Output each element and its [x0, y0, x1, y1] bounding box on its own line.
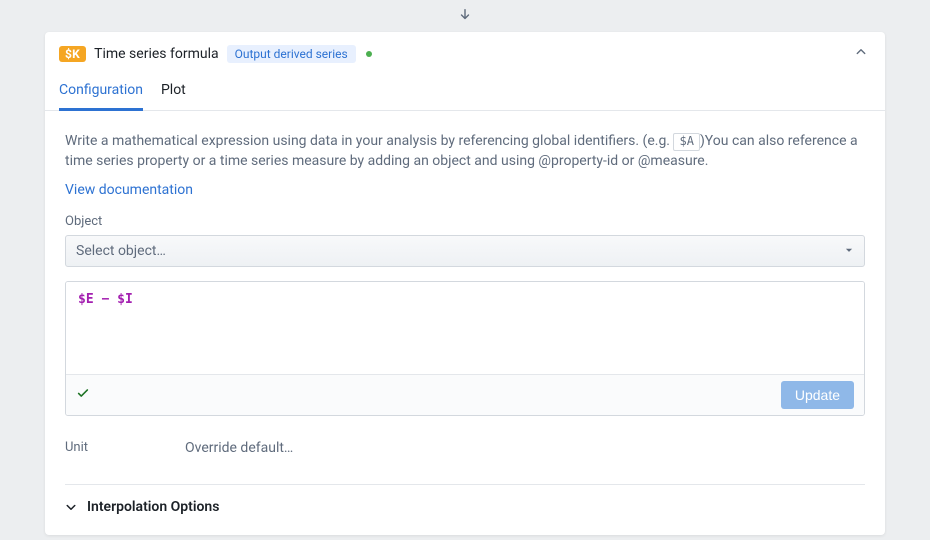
tab-bar: Configuration Plot	[45, 72, 885, 111]
card-title: Time series formula	[94, 46, 218, 62]
caret-down-icon	[844, 243, 854, 259]
chevron-down-icon	[65, 501, 77, 513]
formula-footer: Update	[66, 374, 864, 415]
interpolation-options-toggle[interactable]: Interpolation Options	[45, 485, 885, 535]
unit-label: Unit	[65, 440, 105, 455]
object-select-placeholder: Select object…	[76, 243, 166, 259]
arrow-down-icon	[458, 8, 472, 22]
tab-plot[interactable]: Plot	[161, 72, 186, 111]
interpolation-options-title: Interpolation Options	[87, 499, 219, 515]
check-icon	[76, 386, 90, 404]
collapse-button[interactable]	[851, 42, 871, 66]
formula-textarea[interactable]: $E − $I	[66, 282, 864, 374]
view-documentation-link[interactable]: View documentation	[65, 182, 193, 198]
object-field-label: Object	[65, 214, 865, 229]
unit-override-select[interactable]: Override default…	[185, 440, 293, 456]
object-select[interactable]: Select object…	[65, 235, 865, 267]
update-button[interactable]: Update	[781, 381, 854, 409]
derived-series-pill: Output derived series	[227, 45, 356, 63]
formula-token-var: $I	[117, 292, 133, 307]
formula-card: $K Time series formula Output derived se…	[45, 32, 885, 535]
tab-configuration[interactable]: Configuration	[59, 72, 143, 111]
formula-token-var: $E	[78, 292, 94, 307]
configuration-panel: Write a mathematical expression using da…	[45, 111, 885, 485]
series-id-badge: $K	[59, 46, 86, 62]
unit-row: Unit Override default…	[65, 440, 865, 456]
status-dot-icon	[366, 51, 372, 57]
pill-label: Output derived series	[235, 47, 348, 61]
insert-above-arrow[interactable]	[0, 0, 930, 32]
chevron-up-icon	[855, 46, 867, 58]
formula-token-op: −	[101, 292, 109, 307]
card-header: $K Time series formula Output derived se…	[45, 32, 885, 72]
description-text: Write a mathematical expression using da…	[65, 131, 865, 172]
formula-editor: $E − $I Update	[65, 281, 865, 416]
example-code-chip: $A	[673, 133, 699, 151]
description-part1: Write a mathematical expression using da…	[65, 133, 673, 149]
